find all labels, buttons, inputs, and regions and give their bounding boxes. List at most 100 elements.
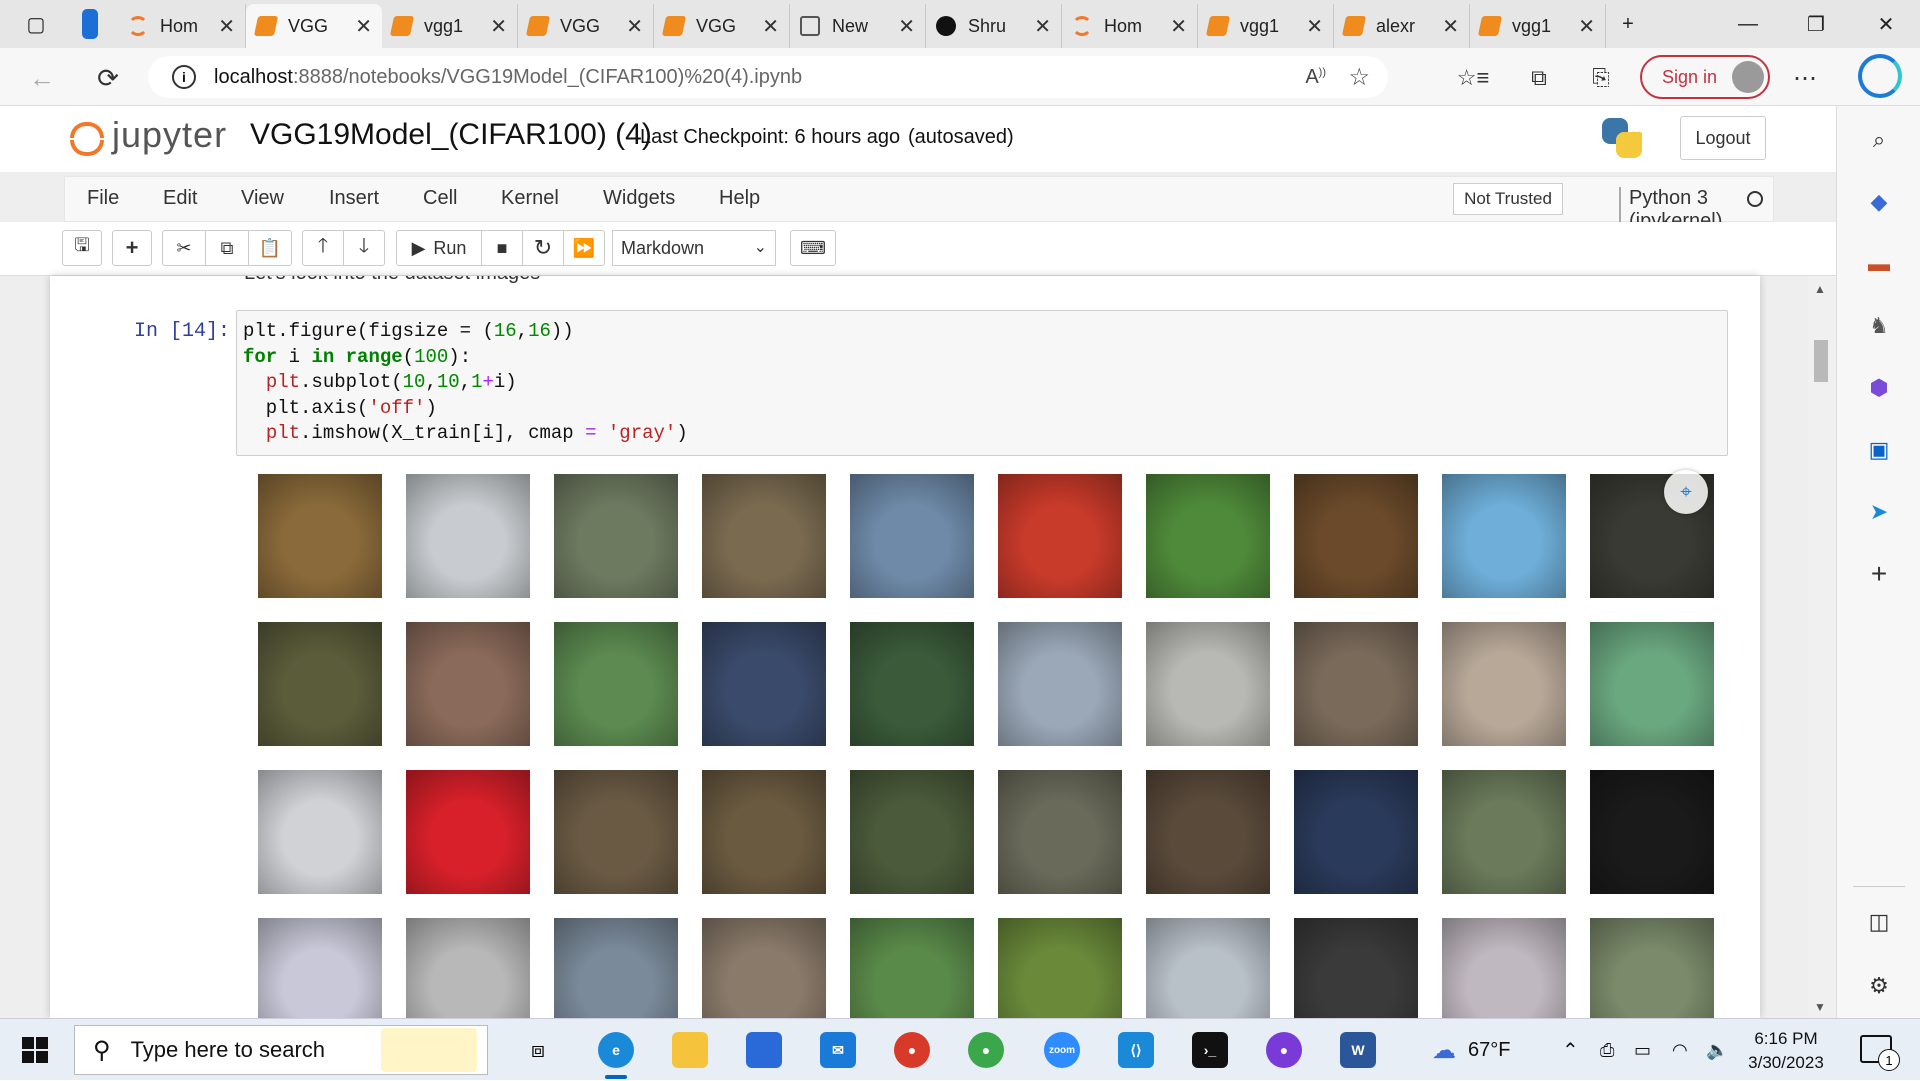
- restore-button[interactable]: ❐: [1782, 0, 1850, 48]
- jupyter-logo-icon[interactable]: [70, 118, 108, 158]
- close-tab-icon[interactable]: ✕: [626, 14, 643, 39]
- add-sidebar-app-icon[interactable]: +: [1863, 558, 1895, 590]
- zoom-icon[interactable]: zoom: [1040, 1029, 1084, 1071]
- refresh-icon[interactable]: ⟳: [90, 60, 126, 96]
- interrupt-kernel-icon[interactable]: ■: [481, 230, 523, 266]
- back-arrow-icon[interactable]: ←: [24, 60, 60, 96]
- run-cell-button[interactable]: ▶ Run: [396, 230, 482, 266]
- insert-cell-below-icon[interactable]: +: [112, 230, 152, 266]
- close-tab-icon[interactable]: ✕: [1170, 14, 1187, 39]
- hide-sidebar-icon[interactable]: ◫: [1863, 906, 1895, 938]
- scrollbar-thumb[interactable]: [1814, 340, 1828, 382]
- mail-icon[interactable]: ✉: [816, 1029, 860, 1071]
- task-view-icon[interactable]: ⧈: [516, 1029, 560, 1071]
- page-scrollbar[interactable]: ▲ ▼: [1808, 276, 1836, 1018]
- vertical-tabs-icon[interactable]: [74, 8, 106, 40]
- browser-tab[interactable]: Hom ✕: [118, 4, 246, 48]
- address-bar[interactable]: i localhost:8888/notebooks/VGG19Model_(C…: [148, 56, 1388, 98]
- menu-help[interactable]: Help: [719, 187, 760, 210]
- paste-cells-icon[interactable]: 📋: [248, 230, 292, 266]
- site-info-icon[interactable]: i: [172, 65, 196, 89]
- new-tab-button[interactable]: +: [1612, 8, 1644, 40]
- menu-edit[interactable]: Edit: [163, 187, 197, 210]
- browser-tab[interactable]: vgg1 ✕: [1470, 4, 1606, 48]
- system-clock[interactable]: 6:16 PM 3/30/2023: [1738, 1027, 1834, 1075]
- cut-cells-icon[interactable]: ✂: [162, 230, 206, 266]
- terminal-icon[interactable]: ›_: [1188, 1029, 1232, 1071]
- word-icon[interactable]: W: [1336, 1029, 1380, 1071]
- restart-kernel-icon[interactable]: ↻: [522, 230, 564, 266]
- close-tab-icon[interactable]: ✕: [1578, 14, 1595, 39]
- extensions-icon[interactable]: ⎘: [1584, 62, 1618, 94]
- collections-icon[interactable]: ⧉: [1522, 62, 1556, 94]
- edge-taskbar-icon[interactable]: e: [594, 1029, 638, 1071]
- chrome-profile-icon[interactable]: ●: [964, 1029, 1008, 1071]
- browser-tab[interactable]: alexr ✕: [1334, 4, 1470, 48]
- close-tab-icon[interactable]: ✕: [1306, 14, 1323, 39]
- move-up-icon[interactable]: 🡑: [302, 230, 344, 266]
- start-windows-icon[interactable]: [22, 1037, 48, 1063]
- browser-tab[interactable]: vgg1 ✕: [382, 4, 518, 48]
- menu-view[interactable]: View: [241, 187, 284, 210]
- microsoft-store-icon[interactable]: [742, 1029, 786, 1071]
- close-tab-icon[interactable]: ✕: [762, 14, 779, 39]
- code-cell-editor[interactable]: plt.figure(figsize = (16,16)) for i in ra…: [236, 310, 1728, 456]
- file-explorer-icon[interactable]: [668, 1029, 712, 1071]
- browser-tab[interactable]: New ✕: [790, 4, 926, 48]
- battery-icon[interactable]: ▭: [1634, 1019, 1651, 1081]
- move-down-icon[interactable]: 🡓: [343, 230, 385, 266]
- browser-tab[interactable]: vgg1 ✕: [1198, 4, 1334, 48]
- menu-kernel[interactable]: Kernel: [501, 187, 559, 210]
- menu-widgets[interactable]: Widgets: [603, 187, 675, 210]
- jupyter-wordmark[interactable]: jupyter: [112, 114, 227, 156]
- browser-tab[interactable]: VGG ✕: [518, 4, 654, 48]
- bing-chat-icon[interactable]: [1858, 54, 1902, 98]
- restart-run-all-icon[interactable]: ⏩: [563, 230, 605, 266]
- send-icon[interactable]: ➤: [1863, 496, 1895, 528]
- settings-gear-icon[interactable]: ⚙: [1863, 970, 1895, 1002]
- browser-tab[interactable]: VGG ✕: [654, 4, 790, 48]
- add-favorite-icon[interactable]: ☆: [1348, 63, 1370, 92]
- outlook-icon[interactable]: ▣: [1863, 434, 1895, 466]
- save-icon[interactable]: 🖫: [62, 230, 102, 266]
- notification-center-icon[interactable]: 1: [1860, 1035, 1900, 1071]
- github-desktop-icon[interactable]: ●: [1262, 1029, 1306, 1071]
- scroll-down-arrow-icon[interactable]: ▼: [1814, 1000, 1826, 1014]
- close-tab-icon[interactable]: ✕: [490, 14, 507, 39]
- trust-button[interactable]: Not Trusted: [1453, 183, 1563, 215]
- browser-tab[interactable]: Shru ✕: [926, 4, 1062, 48]
- close-window-button[interactable]: ✕: [1852, 0, 1920, 48]
- command-palette-keyboard-icon[interactable]: ⌨: [790, 230, 836, 266]
- menu-insert[interactable]: Insert: [329, 187, 379, 210]
- browser-tab[interactable]: VGG ✕: [246, 4, 382, 48]
- markdown-cell-text[interactable]: Let's look into the dataset images: [244, 276, 540, 285]
- minimize-button[interactable]: —: [1714, 0, 1782, 48]
- close-tab-icon[interactable]: ✕: [898, 14, 915, 39]
- volume-icon[interactable]: 🔈: [1706, 1019, 1728, 1081]
- read-aloud-icon[interactable]: A)): [1305, 66, 1326, 89]
- shopping-tag-icon[interactable]: ◆: [1863, 186, 1895, 218]
- games-icon[interactable]: ♞: [1863, 310, 1895, 342]
- search-icon[interactable]: ⌕: [1863, 124, 1895, 156]
- close-tab-icon[interactable]: ✕: [1442, 14, 1459, 39]
- tab-actions-icon[interactable]: ▢: [20, 8, 52, 40]
- office-icon[interactable]: ⬢: [1863, 372, 1895, 404]
- close-tab-icon[interactable]: ✕: [355, 14, 372, 39]
- tools-icon[interactable]: ▬: [1863, 248, 1895, 280]
- close-tab-icon[interactable]: ✕: [218, 14, 235, 39]
- scroll-up-arrow-icon[interactable]: ▲: [1814, 282, 1826, 296]
- weather-widget[interactable]: ☁ 67°F: [1432, 1019, 1510, 1081]
- favorites-icon[interactable]: ☆≡: [1456, 62, 1490, 94]
- vscode-icon[interactable]: ⟨⟩: [1114, 1029, 1158, 1071]
- cell-type-select[interactable]: Markdown ⌄: [612, 230, 776, 266]
- wifi-icon[interactable]: ◠: [1672, 1019, 1688, 1081]
- browser-tab[interactable]: Hom ✕: [1062, 4, 1198, 48]
- notebook-title[interactable]: VGG19Model_(CIFAR100) (4): [250, 118, 652, 152]
- close-tab-icon[interactable]: ✕: [1034, 14, 1051, 39]
- sign-in-button[interactable]: Sign in: [1640, 55, 1770, 99]
- menu-file[interactable]: File: [87, 187, 119, 210]
- logout-button[interactable]: Logout: [1680, 116, 1766, 160]
- more-menu-icon[interactable]: ⋯: [1788, 62, 1822, 94]
- meet-now-icon[interactable]: ⎙: [1600, 1019, 1614, 1081]
- show-hidden-icons-chevron-icon[interactable]: ⌃: [1562, 1019, 1579, 1081]
